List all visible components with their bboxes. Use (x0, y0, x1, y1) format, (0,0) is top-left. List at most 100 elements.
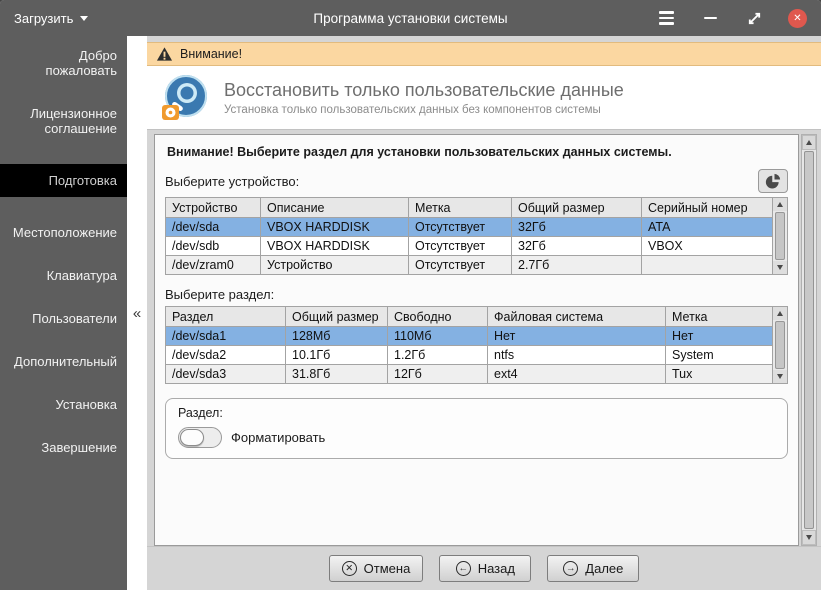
collapse-icon: « (133, 305, 141, 322)
column-header[interactable]: Общий размер (286, 307, 388, 327)
sidebar-item[interactable]: Подготовка (0, 164, 127, 197)
titlebar: Загрузить Программа установки системы ✕ (0, 0, 821, 36)
table-cell: /dev/zram0 (166, 256, 261, 275)
sidebar-item[interactable]: Лицензионное соглашение (0, 106, 127, 136)
notice-text: Внимание! Выберите раздел для установки … (167, 145, 788, 159)
page-subtitle: Установка только пользовательских данных… (224, 104, 624, 116)
scroll-down-icon[interactable] (773, 370, 787, 383)
scroll-up-icon[interactable] (802, 135, 816, 150)
sidebar-item[interactable]: Завершение (0, 440, 127, 455)
column-header[interactable]: Серийный номер (642, 198, 773, 218)
window-controls: ✕ (656, 8, 821, 28)
table-cell: 10.1Гб (286, 346, 388, 365)
table-cell: 110Мб (388, 327, 488, 346)
column-header[interactable]: Общий размер (512, 198, 642, 218)
device-table-scrollbar[interactable] (773, 197, 788, 275)
column-header[interactable]: Метка (666, 307, 773, 327)
pie-chart-icon (764, 172, 782, 190)
table-cell: Нет (666, 327, 773, 346)
table-cell: ATA (642, 218, 773, 237)
column-header[interactable]: Свободно (388, 307, 488, 327)
scrollbar-thumb[interactable] (804, 151, 814, 529)
restore-user-data-icon (159, 72, 211, 124)
scrollbar-thumb[interactable] (775, 212, 785, 260)
column-header[interactable]: Файловая система (488, 307, 666, 327)
sidebar-item[interactable]: Дополнительный (0, 354, 127, 369)
partition-table: РазделОбщий размерСвободноФайловая систе… (165, 306, 773, 384)
window-title: Программа установки системы (313, 11, 507, 26)
scroll-down-icon[interactable] (802, 530, 816, 545)
table-header-row: УстройствоОписаниеМеткаОбщий размерСерий… (166, 198, 773, 218)
table-row[interactable]: /dev/sdbVBOX HARDDISKОтсутствует32ГбVBOX (166, 237, 773, 256)
sidebar-item[interactable]: Местоположение (0, 225, 127, 240)
main-scrollbar[interactable] (801, 134, 817, 546)
partition-table-scrollbar[interactable] (773, 306, 788, 384)
table-cell: Tux (666, 365, 773, 384)
load-button[interactable]: Загрузить (0, 0, 102, 36)
column-header[interactable]: Описание (261, 198, 409, 218)
table-cell: /dev/sda3 (166, 365, 286, 384)
table-row[interactable]: /dev/sda210.1Гб1.2ГбntfsSystem (166, 346, 773, 365)
column-header[interactable]: Раздел (166, 307, 286, 327)
footer-button-label: Назад (478, 561, 515, 576)
footer-button[interactable]: →Далее (547, 555, 639, 582)
format-row: Форматировать (178, 427, 775, 448)
table-cell: 32Гб (512, 237, 642, 256)
table-row[interactable]: /dev/sdaVBOX HARDDISKОтсутствует32ГбATA (166, 218, 773, 237)
sidebar-nav: Добро пожаловать Лицензионное соглашение П… (0, 36, 127, 590)
warning-text: Внимание! (180, 47, 242, 61)
disk-usage-button[interactable] (758, 169, 788, 193)
table-cell: 32Гб (512, 218, 642, 237)
partition-table-wrap: РазделОбщий размерСвободноФайловая систе… (165, 306, 788, 384)
table-cell: 12Гб (388, 365, 488, 384)
footer-button-label: Отмена (364, 561, 411, 576)
content-panel: Внимание! Выберите раздел для установки … (154, 134, 799, 546)
partition-select-label: Выберите раздел: (165, 287, 788, 302)
sidebar-collapse[interactable]: « (127, 36, 147, 590)
table-row[interactable]: /dev/sda1128Мб110МбНетНет (166, 327, 773, 346)
sidebar-item[interactable]: Клавиатура (0, 268, 127, 283)
table-cell: ntfs (488, 346, 666, 365)
table-cell: 1.2Гб (388, 346, 488, 365)
table-cell: VBOX HARDDISK (261, 218, 409, 237)
table-cell: Отсутствует (409, 237, 512, 256)
table-cell: 31.8Гб (286, 365, 388, 384)
sidebar-item[interactable]: Установка (0, 397, 127, 412)
body-row: Внимание! Выберите раздел для установки … (147, 130, 821, 546)
table-header-row: РазделОбщий размерСвободноФайловая систе… (166, 307, 773, 327)
forward-circle-icon: → (563, 561, 578, 576)
footer-button[interactable]: ✕ Отмена (329, 555, 424, 582)
table-cell: /dev/sda2 (166, 346, 286, 365)
footer-buttons: ✕ Отмена ←Назад →Далее (147, 546, 821, 590)
scroll-up-icon[interactable] (773, 307, 787, 320)
scrollbar-thumb[interactable] (775, 321, 785, 369)
sidebar-item[interactable]: Добро пожаловать (0, 48, 127, 78)
column-header[interactable]: Метка (409, 198, 512, 218)
footer-button[interactable]: ←Назад (439, 555, 531, 582)
column-header[interactable]: Устройство (166, 198, 261, 218)
page-title: Восстановить только пользовательские дан… (224, 80, 624, 101)
table-cell: /dev/sdb (166, 237, 261, 256)
table-row[interactable]: /dev/zram0УстройствоОтсутствует2.7Гб (166, 256, 773, 275)
content-area: Внимание! Восстановить (147, 36, 821, 590)
maximize-icon[interactable] (744, 8, 764, 28)
table-cell (642, 256, 773, 275)
table-cell: VBOX HARDDISK (261, 237, 409, 256)
cancel-circle-icon: ✕ (342, 561, 357, 576)
menu-icon[interactable] (656, 8, 676, 28)
scroll-down-icon[interactable] (773, 261, 787, 274)
device-select-row: Выберите устройство: (165, 169, 788, 193)
close-icon[interactable]: ✕ (788, 9, 807, 28)
scroll-up-icon[interactable] (773, 198, 787, 211)
table-cell: Устройство (261, 256, 409, 275)
table-row[interactable]: /dev/sda331.8Гб12Гбext4Tux (166, 365, 773, 384)
group-title: Раздел: (178, 406, 775, 420)
format-toggle[interactable] (178, 427, 222, 448)
table-cell: /dev/sda1 (166, 327, 286, 346)
device-select-label: Выберите устройство: (165, 174, 299, 189)
warning-icon (156, 46, 173, 62)
minimize-icon[interactable] (700, 8, 720, 28)
chevron-down-icon (80, 16, 88, 21)
device-table-wrap: УстройствоОписаниеМеткаОбщий размерСерий… (165, 197, 788, 275)
sidebar-item[interactable]: Пользователи (0, 311, 127, 326)
